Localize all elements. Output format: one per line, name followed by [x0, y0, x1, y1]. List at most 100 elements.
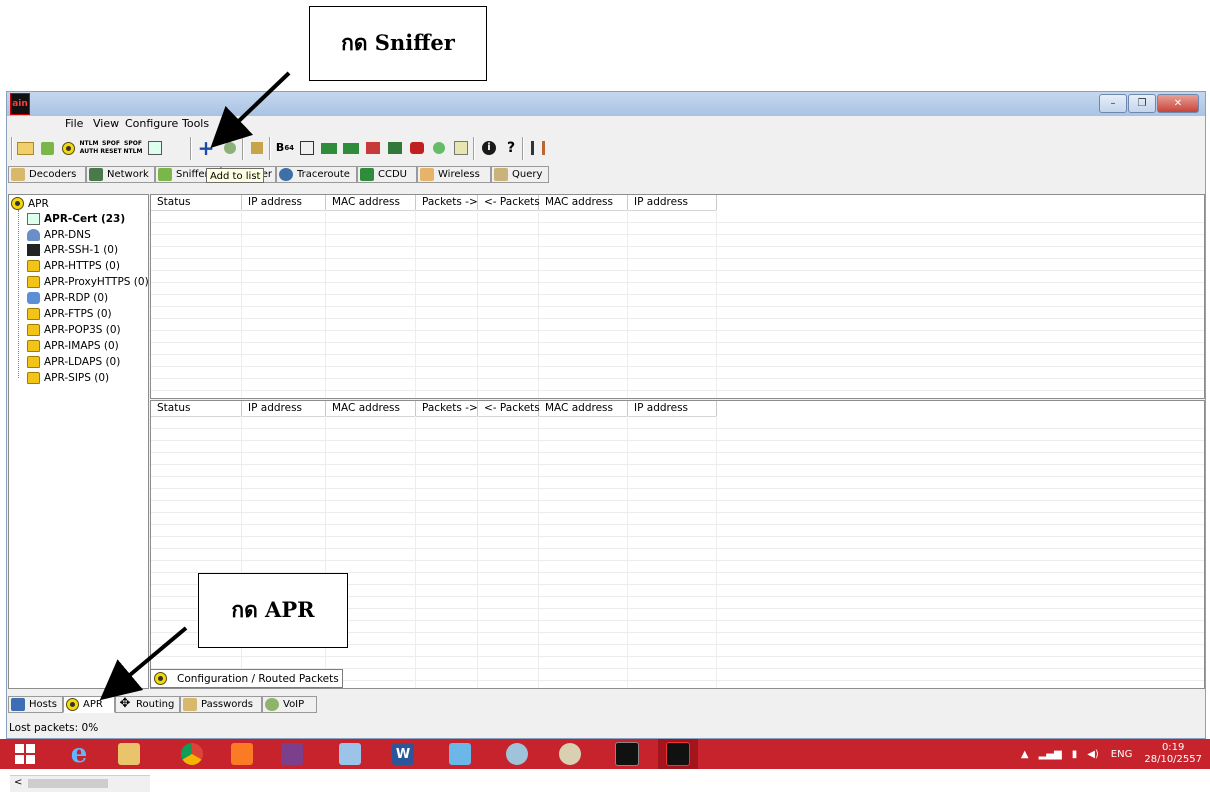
network-icon[interactable] [247, 138, 267, 158]
rdp-icon [27, 291, 40, 304]
tree-item-apr-pop3s[interactable]: APR-POP3S (0) [27, 322, 121, 337]
cain-taskbar-icon[interactable] [658, 739, 698, 769]
dialup-icon[interactable] [385, 138, 405, 158]
tree-item-apr-ssh1[interactable]: APR-SSH-1 (0) [27, 242, 118, 257]
tree-item-apr-dns[interactable]: APR-DNS [27, 227, 91, 242]
wireless-passwords-icon[interactable] [363, 138, 383, 158]
network-icon [89, 168, 103, 181]
status-bar: Lost packets: 0% [9, 722, 99, 734]
internet-explorer-icon[interactable]: e [62, 739, 96, 769]
apr-start-icon[interactable] [58, 138, 78, 158]
tab-voip[interactable]: VoIP [262, 696, 317, 713]
menu-configure[interactable]: Configure [125, 117, 178, 130]
paint-icon[interactable] [553, 739, 587, 769]
col-packets-in[interactable]: <- Packets [478, 195, 540, 210]
col-ip-address-2[interactable]: IP address [628, 195, 717, 210]
tab-network[interactable]: Network [86, 166, 155, 183]
base64-icon[interactable]: B 64 [275, 138, 295, 158]
sniffer-start-icon[interactable] [37, 138, 57, 158]
tree-item-apr-ftps[interactable]: APR-FTPS (0) [27, 306, 112, 321]
scroll-left-icon[interactable]: < [14, 777, 22, 788]
volume-icon[interactable]: ◀) [1087, 749, 1099, 760]
start-button[interactable] [10, 739, 40, 769]
tree-item-apr-ldaps[interactable]: APR-LDAPS (0) [27, 354, 120, 369]
tab-hosts[interactable]: Hosts [8, 696, 63, 713]
exit-icon[interactable] [528, 138, 548, 158]
tree-item-apr-https[interactable]: APR-HTTPS (0) [27, 258, 120, 273]
col-mac-address[interactable]: MAC address [326, 195, 416, 210]
winrar-icon[interactable] [275, 739, 309, 769]
tab-ccdu[interactable]: CCDU [357, 166, 417, 183]
info-icon[interactable]: i [479, 138, 499, 158]
open-folder-icon[interactable] [15, 138, 35, 158]
close-button[interactable]: ✕ [1157, 94, 1199, 113]
network-status-icon[interactable]: ▮ [1072, 749, 1078, 760]
cached-passwords-icon[interactable] [341, 138, 361, 158]
xampp-icon[interactable] [225, 739, 259, 769]
maximize-button[interactable]: ❐ [1128, 94, 1156, 113]
col-packets-out[interactable]: Packets -> [416, 401, 478, 416]
lsa-secrets-icon[interactable] [319, 138, 339, 158]
tree-item-apr-rdp[interactable]: APR-RDP (0) [27, 290, 108, 305]
network-app-icon[interactable] [500, 739, 534, 769]
clock[interactable]: 0:19 28/10/2557 [1144, 742, 1202, 766]
col-status[interactable]: Status [151, 401, 242, 416]
col-ip-address[interactable]: IP address [242, 401, 326, 416]
col-mac-address[interactable]: MAC address [326, 401, 416, 416]
title-bar[interactable]: ain – ❐ ✕ [7, 92, 1205, 116]
tree-item-apr-sips[interactable]: APR-SIPS (0) [27, 370, 109, 385]
apr-hosts-upper-list[interactable]: Status IP address MAC address Packets ->… [150, 194, 1205, 399]
tab-decoders[interactable]: Decoders [8, 166, 86, 183]
chrome-icon[interactable] [175, 739, 209, 769]
notepad-icon[interactable] [333, 739, 367, 769]
signal-icon[interactable]: ▂▄▆ [1039, 749, 1062, 760]
col-packets-in[interactable]: <- Packets [478, 401, 540, 416]
col-status[interactable]: Status [151, 195, 242, 210]
tab-routing[interactable]: ✥ Routing [115, 696, 180, 713]
menu-file[interactable]: File [65, 117, 83, 130]
chall-spoof-icon[interactable]: SPOF RESET [100, 138, 121, 158]
tab-configuration-routed-packets[interactable]: Configuration / Routed Packets [150, 669, 343, 688]
menu-tools[interactable]: Tools [182, 117, 209, 130]
tree-horizontal-scrollbar[interactable]: < [10, 775, 150, 792]
show-hidden-icons-icon[interactable]: ▲ [1021, 749, 1029, 760]
lock-icon [27, 371, 40, 384]
tab-passwords[interactable]: Passwords [180, 696, 262, 713]
word-icon[interactable]: W [386, 739, 420, 769]
col-mac-address-2[interactable]: MAC address [539, 195, 628, 210]
col-ip-address-2[interactable]: IP address [628, 401, 717, 416]
control-panel-icon[interactable] [443, 739, 477, 769]
chall-ntlm-icon[interactable]: SPOF NTLM [123, 138, 143, 158]
scrollbar-thumb[interactable] [28, 779, 108, 788]
tree-root-apr[interactable]: APR [11, 196, 49, 211]
col-ip-address[interactable]: IP address [242, 195, 326, 210]
help-icon[interactable]: ? [501, 138, 521, 158]
hash-calc-icon[interactable] [297, 138, 317, 158]
tree-label: APR-LDAPS (0) [44, 355, 121, 368]
tab-wireless[interactable]: Wireless [417, 166, 491, 183]
tab-query[interactable]: Query [491, 166, 549, 183]
add-to-list-icon[interactable]: + [196, 138, 216, 158]
language-indicator[interactable]: ENG [1111, 749, 1133, 760]
tree-item-apr-cert[interactable]: APR-Cert (23) [27, 211, 125, 226]
file-explorer-icon[interactable] [112, 739, 146, 769]
credential-manager-icon[interactable] [407, 138, 427, 158]
minimize-button[interactable]: – [1099, 94, 1127, 113]
tree-item-apr-imaps[interactable]: APR-IMAPS (0) [27, 338, 119, 353]
export-icon[interactable] [145, 138, 165, 158]
tab-apr[interactable]: APR [63, 696, 115, 713]
cain-window: ain – ❐ ✕ File View Configure Tools NTLM… [6, 91, 1206, 792]
sniffer-callout: กด Sniffer [309, 6, 487, 81]
ntlm-auth-icon[interactable]: NTLM AUTH [79, 138, 99, 158]
tab-traceroute[interactable]: Traceroute [276, 166, 357, 183]
col-mac-address-2[interactable]: MAC address [539, 401, 628, 416]
encoder-icon[interactable] [451, 138, 471, 158]
menu-view[interactable]: View [93, 117, 119, 130]
vnc-icon[interactable] [429, 138, 449, 158]
remove-icon[interactable] [220, 138, 240, 158]
ccdu-icon [360, 168, 374, 181]
col-packets-out[interactable]: Packets -> [416, 195, 478, 210]
windows-taskbar: e W ▲ ▂▄▆ ▮ ◀) ENG 0:19 28/10/2557 [0, 739, 1210, 769]
command-prompt-icon[interactable] [610, 739, 644, 769]
tree-item-apr-proxyhttps[interactable]: APR-ProxyHTTPS (0) [27, 274, 149, 289]
